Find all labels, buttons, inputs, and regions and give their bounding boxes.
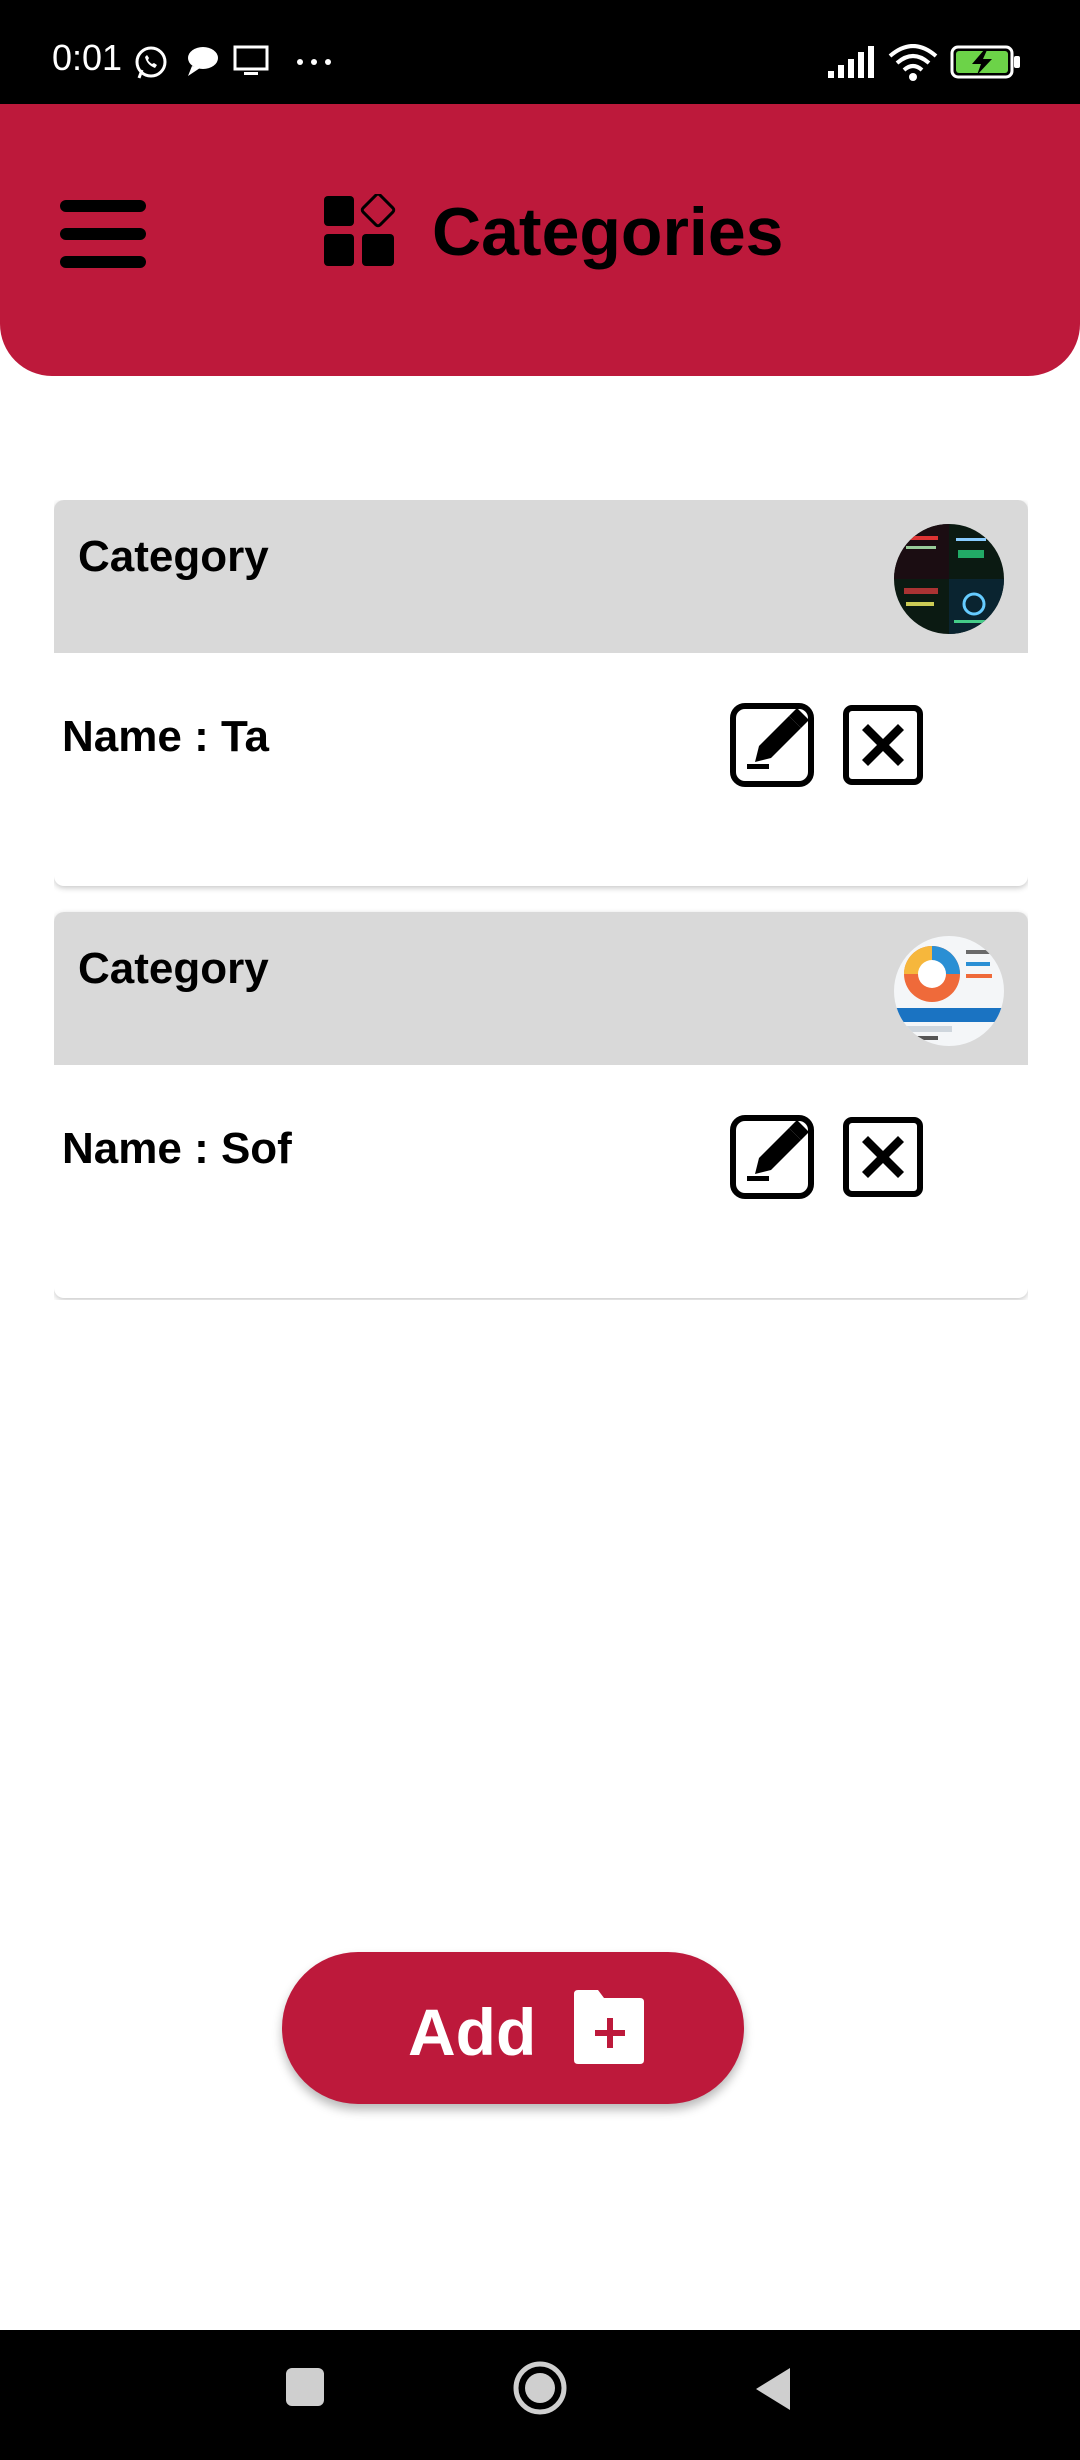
add-category-button[interactable]: Add <box>282 1952 744 2104</box>
battery-charging-icon <box>950 45 1020 79</box>
category-card-header: Category <box>54 912 1028 1065</box>
status-bar: 0:01 <box>0 0 1080 104</box>
more-dots-icon <box>297 59 331 65</box>
category-name: Name : Sof <box>62 1124 292 1173</box>
categories-icon <box>324 194 396 266</box>
whatsapp-icon <box>135 46 167 79</box>
category-name: Name : Ta <box>62 712 270 761</box>
chat-bubble-icon <box>188 47 218 76</box>
category-thumbnail <box>894 936 1004 1046</box>
system-nav-bar <box>0 2330 1080 2460</box>
category-card: Category Name : Ta <box>54 500 1028 886</box>
signal-icon <box>828 46 874 78</box>
category-thumbnail <box>894 524 1004 634</box>
add-file-icon <box>574 1990 644 2064</box>
category-card-header: Category <box>54 500 1028 653</box>
home-circle-icon[interactable] <box>512 2360 568 2416</box>
screen-cast-icon <box>233 45 269 75</box>
wifi-icon <box>888 44 938 81</box>
delete-button[interactable] <box>842 704 924 786</box>
status-time: 0:01 <box>52 37 123 78</box>
app-bar: Categories <box>0 104 1080 376</box>
category-header-label: Category <box>78 532 269 581</box>
page-title: Categories <box>432 194 784 270</box>
edit-button[interactable] <box>729 700 817 788</box>
hamburger-menu-icon[interactable] <box>60 200 146 268</box>
category-list: Category Name : Ta Category Name: Sof <box>54 500 1028 1300</box>
category-header-label: Category <box>78 944 269 993</box>
category-card: Category Name : Sof <box>54 912 1028 1298</box>
back-triangle-icon[interactable] <box>752 2366 794 2412</box>
recents-square-icon[interactable] <box>284 2366 326 2408</box>
edit-button[interactable] <box>729 1112 817 1200</box>
add-button-label: Add <box>408 1995 537 2069</box>
delete-button[interactable] <box>842 1116 924 1198</box>
